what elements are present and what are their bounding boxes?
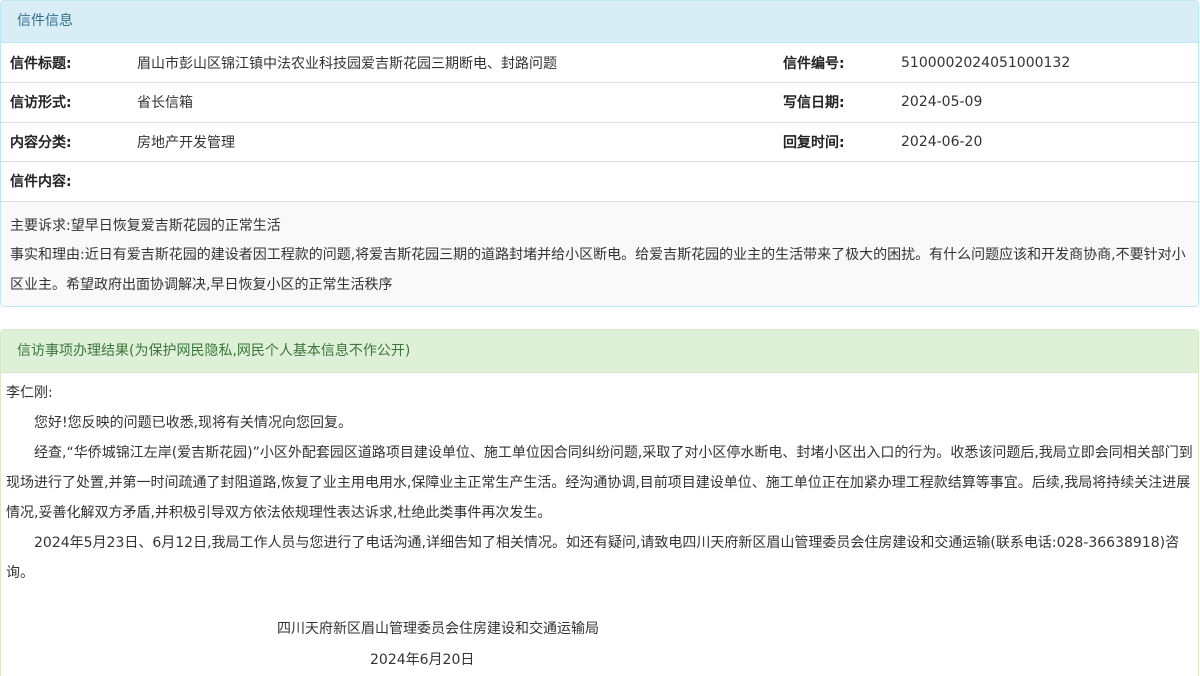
reply-body: 李仁刚: 您好!您反映的问题已收悉,现将有关情况向您回复。 经查,“华侨城锦江左… [1,373,1198,588]
letter-info-heading: 信件信息 [1,1,1198,43]
letter-number-value: 5100002024051000132 [901,43,1198,83]
main-demand-text: 主要诉求:望早日恢复爱吉斯花园的正常生活 [10,217,281,234]
signature-organization: 四川天府新区眉山管理委员会住房建设和交通运输局 [277,621,599,637]
table-row: 信件内容: [1,161,1198,202]
reply-paragraph: 您好!您反映的问题已收悉,现将有关情况向您回复。 [34,415,353,431]
table-row: 内容分类: 房地产开发管理 回复时间: 2024-06-20 [1,122,1198,162]
letter-info-panel: 信件信息 信件标题: 眉山市彭山区锦江镇中法农业科技园爱吉斯花园三期断电、封路问… [0,0,1199,307]
reply-time-label: 回复时间: [774,122,901,162]
category-label: 内容分类: [1,122,137,162]
letter-title-value: 眉山市彭山区锦江镇中法农业科技园爱吉斯花园三期断电、封路问题 [137,43,774,83]
write-date-label: 写信日期: [774,82,901,123]
letter-content-label: 信件内容: [1,161,1198,202]
table-row: 信件标题: 眉山市彭山区锦江镇中法农业科技园爱吉斯花园三期断电、封路问题 信件编… [1,43,1198,83]
reply-salutation: 李仁刚: [6,385,53,401]
category-value: 房地产开发管理 [137,122,774,162]
reply-time-value: 2024-06-20 [901,122,1198,162]
letter-number-label: 信件编号: [774,43,901,83]
signature-date: 2024年6月20日 [370,652,475,668]
reply-paragraph: 经查,“华侨城锦江左岸(爱吉斯花园)”小区外配套园区道路项目建设单位、施工单位因… [6,445,1193,521]
result-panel: 信访事项办理结果(为保护网民隐私,网民个人基本信息不作公开) 李仁刚: 您好!您… [0,329,1199,676]
reply-paragraph: 2024年5月23日、6月12日,我局工作人员与您进行了电话沟通,详细告知了相关… [6,535,1180,581]
letter-title-label: 信件标题: [1,43,137,83]
letter-content-body: 主要诉求:望早日恢复爱吉斯花园的正常生活 事实和理由:近日有爱吉斯花园的建设者因… [1,201,1198,306]
petition-form-value: 省长信箱 [137,82,774,123]
table-row: 信访形式: 省长信箱 写信日期: 2024-05-09 [1,82,1198,123]
letter-info-table: 信件标题: 眉山市彭山区锦江镇中法农业科技园爱吉斯花园三期断电、封路问题 信件编… [1,43,1198,202]
facts-reasons-text: 事实和理由:近日有爱吉斯花园的建设者因工程款的问题,将爱吉斯花园三期的道路封堵并… [10,247,1186,293]
result-heading: 信访事项办理结果(为保护网民隐私,网民个人基本信息不作公开) [1,330,1198,373]
write-date-value: 2024-05-09 [901,82,1198,123]
petition-form-label: 信访形式: [1,82,137,123]
